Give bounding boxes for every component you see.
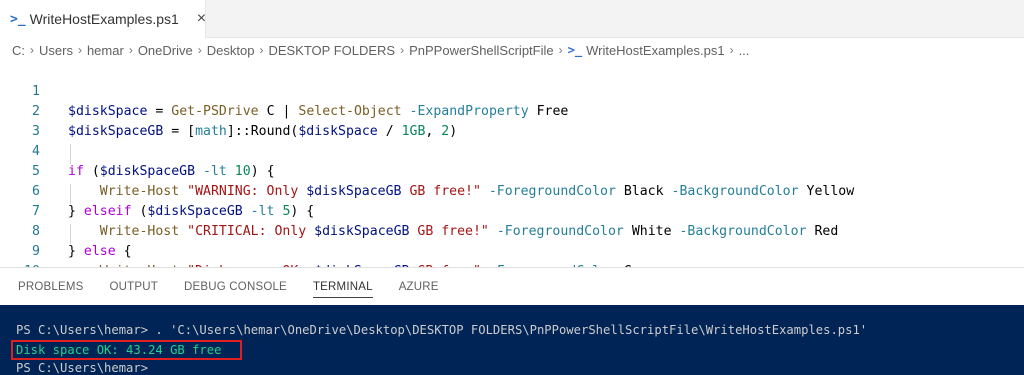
- chevron-right-icon: ›: [259, 43, 264, 57]
- tab-terminal[interactable]: TERMINAL: [312, 268, 373, 306]
- powershell-icon: >_: [567, 43, 583, 57]
- tab-problems[interactable]: PROBLEMS: [18, 268, 84, 306]
- tab-label: WriteHostExamples.ps1: [29, 11, 179, 27]
- chevron-right-icon: ›: [400, 43, 405, 57]
- highlight-box: [11, 340, 242, 360]
- chevron-right-icon: ›: [128, 43, 133, 57]
- code-line[interactable]: 6 } elseif ($diskSpaceGB -lt 5) {: [0, 162, 1024, 219]
- tab-azure[interactable]: AZURE: [399, 268, 439, 306]
- editor-tab-bar: >_ WriteHostExamples.ps1 ×: [0, 0, 1024, 38]
- tab-writehostexamples[interactable]: >_ WriteHostExamples.ps1 ×: [0, 0, 206, 38]
- breadcrumb-item[interactable]: ...: [739, 43, 750, 58]
- breadcrumb-item[interactable]: C:: [12, 43, 25, 58]
- breadcrumb-item[interactable]: DESKTOP FOLDERS: [268, 43, 395, 58]
- chevron-right-icon: ›: [30, 43, 34, 57]
- chevron-right-icon: ›: [729, 43, 734, 57]
- terminal-prompt-line: PS C:\Users\hemar>: [16, 361, 149, 375]
- tab-output[interactable]: OUTPUT: [110, 268, 158, 306]
- code-line[interactable]: 3: [0, 102, 1024, 139]
- breadcrumb-item[interactable]: WriteHostExamples.ps1: [586, 43, 724, 58]
- code-line[interactable]: 4 if ($diskSpaceGB -lt 10) {: [0, 122, 1024, 179]
- terminal[interactable]: PS C:\Users\hemar> . 'C:\Users\hemar\One…: [0, 305, 1024, 375]
- breadcrumb-item[interactable]: Desktop: [207, 43, 255, 58]
- code-line[interactable]: 9 Write-Host "Disk space OK: $diskSpaceG…: [0, 222, 1024, 279]
- code-line[interactable]: 7 Write-Host "CRITICAL: Only $diskSpaceG…: [0, 182, 1024, 239]
- tab-debug-console[interactable]: DEBUG CONSOLE: [184, 268, 287, 306]
- breadcrumb-item[interactable]: OneDrive: [138, 43, 193, 58]
- code-line[interactable]: 1 $diskSpace = Get-PSDrive C | Select-Ob…: [0, 62, 1024, 119]
- chevron-right-icon: ›: [558, 43, 563, 57]
- breadcrumb-item[interactable]: PnPPowerShellScriptFile: [409, 43, 554, 58]
- breadcrumb: C: › Users › hemar › OneDrive › Desktop › DES…: [0, 38, 1024, 62]
- chevron-right-icon: ›: [197, 43, 202, 57]
- code-line[interactable]: 8 } else {: [0, 202, 1024, 259]
- powershell-icon: >_: [10, 11, 26, 27]
- panel-tab-bar: PROBLEMS OUTPUT DEBUG CONSOLE TERMINAL A…: [0, 267, 1024, 305]
- code-line[interactable]: 5 Write-Host "WARNING: Only $diskSpaceGB…: [0, 142, 1024, 199]
- terminal-command-line: PS C:\Users\hemar> . 'C:\Users\hemar\One…: [16, 323, 868, 337]
- close-icon[interactable]: ×: [197, 10, 206, 28]
- chevron-right-icon: ›: [77, 43, 82, 57]
- breadcrumb-item[interactable]: hemar: [87, 43, 124, 58]
- code-line[interactable]: 2 $diskSpaceGB = [math]::Round($diskSpac…: [0, 82, 1024, 139]
- code-editor[interactable]: 1 $diskSpace = Get-PSDrive C | Select-Ob…: [0, 62, 1024, 299]
- code-line[interactable]: 10 }: [0, 242, 1024, 299]
- breadcrumb-item[interactable]: Users: [39, 43, 73, 58]
